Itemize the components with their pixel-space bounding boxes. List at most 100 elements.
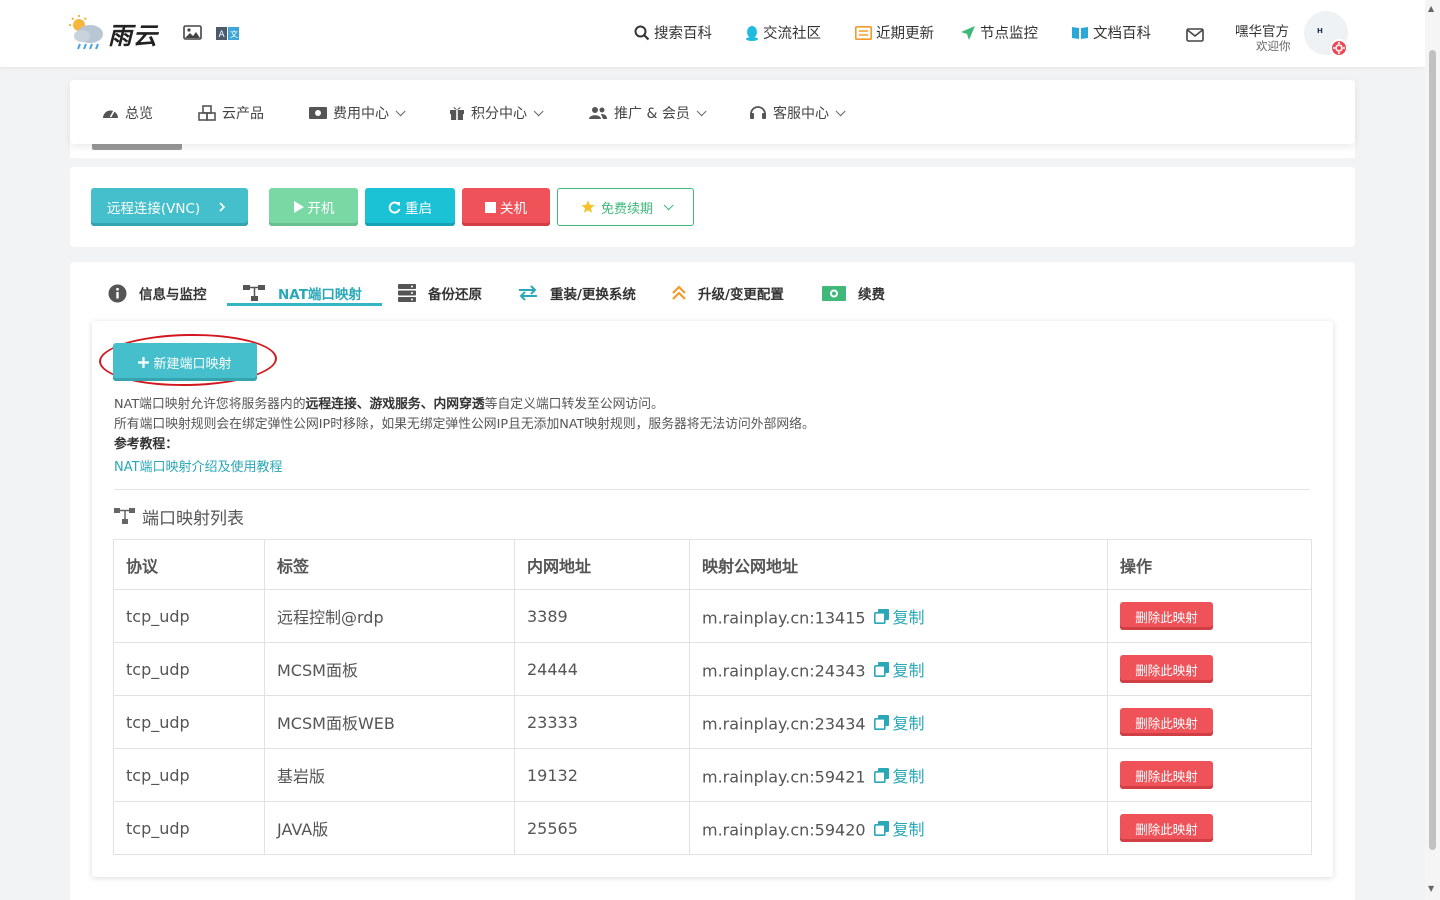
cell-public: m.rainplay.cn:59420 复制 bbox=[689, 801, 1108, 855]
copy-button[interactable]: 复制 bbox=[873, 710, 925, 734]
nat-tutorial-link[interactable]: NAT端口映射介绍及使用教程 bbox=[114, 456, 283, 475]
server-icon bbox=[398, 284, 416, 302]
cell-internal: 19132 bbox=[514, 748, 690, 802]
dashboard-icon bbox=[103, 110, 118, 118]
scroll-thumb[interactable] bbox=[1429, 50, 1436, 850]
subnav-cloud-products[interactable]: 云产品 bbox=[198, 103, 264, 123]
cell-protocol: tcp_udp bbox=[113, 589, 265, 643]
subnav-billing[interactable]: 费用中心 bbox=[309, 103, 406, 123]
nav-monitor[interactable]: 节点监控 bbox=[960, 22, 1038, 43]
delete-mapping-button[interactable]: 删除此映射 bbox=[1120, 814, 1213, 842]
cell-protocol: tcp_udp bbox=[113, 695, 265, 749]
page-scrollbar[interactable]: ▲ ▼ bbox=[1425, 0, 1440, 900]
chevron-down-icon bbox=[696, 105, 707, 116]
secondary-nav: 总览 云产品 费用中心 积分中心 推广 & 会员 客服中心 bbox=[70, 80, 1355, 158]
table-row: tcp_udp MCSM面板WEB 23333 m.rainplay.cn:23… bbox=[113, 695, 1312, 749]
scroll-up-arrow-icon[interactable]: ▲ bbox=[1428, 4, 1434, 13]
site-logo[interactable]: 雨云 bbox=[68, 14, 158, 52]
user-name[interactable]: 嘿华官方 bbox=[1235, 20, 1289, 40]
copy-button[interactable]: 复制 bbox=[873, 657, 925, 681]
angle-double-up-icon bbox=[672, 285, 686, 300]
column-header-internal: 内网地址 bbox=[514, 539, 690, 590]
table-header-row: 协议 标签 内网地址 映射公网地址 操作 bbox=[113, 539, 1312, 590]
cell-internal: 25565 bbox=[514, 801, 690, 855]
free-renew-button[interactable]: 免费续期 bbox=[557, 188, 694, 226]
sitemap-icon bbox=[114, 508, 135, 524]
vnc-button[interactable]: 远程连接(VNC) bbox=[91, 188, 248, 226]
scroll-down-arrow-icon[interactable]: ▼ bbox=[1428, 884, 1434, 893]
public-address: m.rainplay.cn:13415 bbox=[702, 608, 866, 628]
delete-mapping-button[interactable]: 删除此映射 bbox=[1120, 602, 1213, 630]
table-row: tcp_udp MCSM面板 24444 m.rainplay.cn:24343… bbox=[113, 642, 1312, 696]
cell-label: 远程控制@rdp bbox=[264, 589, 515, 643]
page-title-strip bbox=[70, 144, 1355, 158]
nav-docs[interactable]: 文档百科 bbox=[1071, 22, 1151, 43]
nat-description-line2: 所有端口映射规则会在绑定弹性公网IP时移除，如果无绑定弹性公网IP且无添加NAT… bbox=[114, 417, 815, 432]
refresh-icon bbox=[388, 201, 401, 213]
port-mapping-list-heading: 端口映射列表 bbox=[114, 504, 244, 529]
star-icon bbox=[581, 200, 595, 213]
copy-icon bbox=[873, 608, 889, 624]
new-port-mapping-button[interactable]: 新建端口映射 bbox=[113, 343, 257, 381]
active-tab-indicator bbox=[227, 303, 382, 306]
users-icon bbox=[589, 107, 607, 119]
mail-icon[interactable] bbox=[1186, 28, 1204, 46]
subnav-overview[interactable]: 总览 bbox=[102, 103, 153, 123]
chevron-right-icon bbox=[219, 202, 226, 212]
cell-actions: 删除此映射 bbox=[1107, 801, 1312, 855]
cell-public: m.rainplay.cn:59421 复制 bbox=[689, 748, 1108, 802]
table-row: tcp_udp 远程控制@rdp 3389 m.rainplay.cn:1341… bbox=[113, 589, 1312, 643]
cell-public: m.rainplay.cn:23434 复制 bbox=[689, 695, 1108, 749]
subnav-promotion[interactable]: 推广 & 会员 bbox=[588, 103, 707, 123]
subnav-support[interactable]: 客服中心 bbox=[749, 103, 846, 123]
stop-icon bbox=[485, 201, 496, 213]
cell-actions: 删除此映射 bbox=[1107, 748, 1312, 802]
start-button[interactable]: 开机 bbox=[269, 188, 358, 226]
cell-label: MCSM面板 bbox=[264, 642, 515, 696]
exchange-icon bbox=[519, 285, 537, 301]
nav-search-wiki[interactable]: 搜索百科 bbox=[634, 22, 712, 43]
chevron-down-icon bbox=[663, 199, 674, 210]
weather-logo-icon bbox=[68, 14, 106, 52]
restart-button[interactable]: 重启 bbox=[365, 188, 455, 226]
cubes-icon bbox=[198, 105, 216, 121]
column-header-public: 映射公网地址 bbox=[689, 539, 1108, 590]
translate-icon[interactable]: A文 bbox=[216, 27, 239, 44]
public-address: m.rainplay.cn:23434 bbox=[702, 714, 866, 734]
copy-button[interactable]: 复制 bbox=[873, 763, 925, 787]
server-actions-panel: 远程连接(VNC) 开机 重启 关机 免费续期 bbox=[70, 167, 1355, 247]
subnav-points[interactable]: 积分中心 bbox=[449, 103, 544, 123]
chevron-down-icon bbox=[835, 105, 846, 116]
chevron-down-icon bbox=[395, 105, 406, 116]
cell-protocol: tcp_udp bbox=[113, 801, 265, 855]
image-icon[interactable] bbox=[183, 25, 202, 44]
send-icon bbox=[961, 25, 975, 40]
gift-icon bbox=[450, 107, 464, 120]
settings-badge-icon bbox=[1330, 39, 1348, 57]
copy-button[interactable]: 复制 bbox=[873, 816, 925, 840]
nav-community[interactable]: 交流社区 bbox=[745, 22, 821, 43]
delete-mapping-button[interactable]: 删除此映射 bbox=[1120, 761, 1213, 789]
tab-upgrade-config[interactable]: 升级/变更配置 bbox=[672, 278, 784, 308]
nat-content-card: 新建端口映射 NAT端口映射允许您将服务器内的远程连接、游戏服务、内网穿透等自定… bbox=[92, 321, 1333, 877]
nat-description-line1: NAT端口映射允许您将服务器内的远程连接、游戏服务、内网穿透等自定义端口转发至公… bbox=[114, 397, 664, 412]
copy-button[interactable]: 复制 bbox=[873, 604, 925, 628]
cell-actions: 删除此映射 bbox=[1107, 589, 1312, 643]
tab-info-monitor[interactable]: 信息与监控 bbox=[108, 278, 207, 308]
avatar[interactable]: H bbox=[1304, 11, 1348, 57]
table-row: tcp_udp JAVA版 25565 m.rainplay.cn:59420 复… bbox=[113, 801, 1312, 855]
delete-mapping-button[interactable]: 删除此映射 bbox=[1120, 708, 1213, 736]
copy-icon bbox=[873, 820, 889, 836]
user-greeting: 欢迎你 bbox=[1256, 39, 1291, 53]
sitemap-icon bbox=[243, 285, 265, 301]
tab-reinstall-os[interactable]: 重装/更换系统 bbox=[518, 278, 636, 308]
shutdown-button[interactable]: 关机 bbox=[462, 188, 550, 226]
column-header-actions: 操作 bbox=[1107, 539, 1312, 590]
delete-mapping-button[interactable]: 删除此映射 bbox=[1120, 655, 1213, 683]
plus-icon bbox=[138, 356, 150, 368]
nav-updates[interactable]: 近期更新 bbox=[855, 22, 934, 43]
search-icon bbox=[634, 25, 650, 40]
money-icon bbox=[309, 107, 327, 119]
tab-renew[interactable]: 续费 bbox=[822, 278, 885, 308]
tab-backup-restore[interactable]: 备份还原 bbox=[398, 278, 482, 308]
